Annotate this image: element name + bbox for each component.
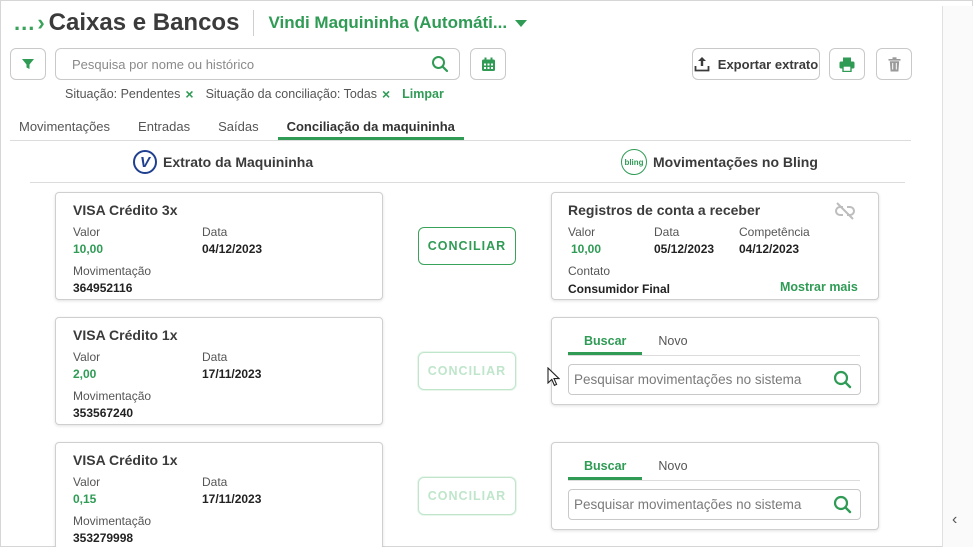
search-card-tabs: Buscar Novo <box>568 459 860 481</box>
valor-label: Valor <box>568 225 596 239</box>
matched-contact: Consumidor Final <box>568 282 670 296</box>
printer-icon <box>839 57 855 72</box>
vindi-logo-icon: V <box>133 150 157 174</box>
tab-novo[interactable]: Novo <box>642 334 703 355</box>
account-selector[interactable]: Vindi Maquininha (Automáti... <box>268 13 507 33</box>
search-icon[interactable] <box>833 495 852 514</box>
search-card-tabs: Buscar Novo <box>568 334 860 356</box>
delete-button[interactable] <box>876 48 912 80</box>
transaction-id: 353567240 <box>73 406 134 420</box>
valor-label: Valor <box>73 350 101 364</box>
page-header: ... › Caixas e Bancos Vindi Maquininha (… <box>14 6 528 40</box>
conciliar-button[interactable]: CONCILIAR <box>418 227 516 265</box>
unlink-icon[interactable] <box>834 202 856 220</box>
system-search-box <box>568 489 861 520</box>
transaction-card: VISA Crédito 1x Valor 0,15 Data 17/11/20… <box>55 442 383 547</box>
right-column-header: bling Movimentações no Bling <box>621 149 818 175</box>
transaction-card: VISA Crédito 3x Valor 10,00 Data 04/12/2… <box>55 192 383 300</box>
transaction-date: 17/11/2023 <box>202 492 262 506</box>
transaction-title: VISA Crédito 1x <box>73 327 178 343</box>
transaction-title: VISA Crédito 3x <box>73 202 178 218</box>
movimentacao-label: Movimentação <box>73 514 152 528</box>
conciliar-button[interactable]: CONCILIAR <box>418 477 516 515</box>
search-input[interactable] <box>72 56 431 72</box>
right-column-title: Movimentações no Bling <box>653 154 818 170</box>
clear-filters-link[interactable]: Limpar <box>402 87 444 101</box>
export-statement-button[interactable]: Exportar extrato <box>692 48 820 80</box>
matched-record-title: Registros de conta a receber <box>568 202 761 218</box>
data-label: Data <box>202 475 228 489</box>
movimentacao-label: Movimentação <box>73 389 152 403</box>
caret-down-icon[interactable] <box>515 19 528 27</box>
tab-buscar[interactable]: Buscar <box>568 459 643 480</box>
transaction-value: 10,00 <box>73 242 104 256</box>
filter-button[interactable] <box>10 48 46 80</box>
search-icon[interactable] <box>431 55 449 73</box>
tab-entradas[interactable]: Entradas <box>129 118 199 140</box>
tab-bar: Movimentações Entradas Saídas Conciliaçã… <box>10 118 911 141</box>
search-box <box>55 48 460 80</box>
transaction-id: 364952116 <box>73 281 133 295</box>
bling-logo-icon: bling <box>621 149 647 175</box>
active-filters: Situação: Pendentes × Situação da concil… <box>65 86 444 102</box>
movimentacao-label: Movimentação <box>73 264 152 278</box>
tab-buscar[interactable]: Buscar <box>568 334 643 355</box>
export-label: Exportar extrato <box>717 56 819 72</box>
valor-label: Valor <box>73 475 101 489</box>
left-column-title: Extrato da Maquininha <box>163 154 314 170</box>
calendar-icon <box>481 57 495 71</box>
breadcrumb-ellipsis[interactable]: ... <box>14 10 35 36</box>
show-more-link[interactable]: Mostrar mais <box>780 280 858 294</box>
transaction-value: 2,00 <box>73 367 97 381</box>
filter-icon <box>22 59 34 69</box>
tab-movimentacoes[interactable]: Movimentações <box>10 118 119 140</box>
transaction-date: 04/12/2023 <box>202 242 263 256</box>
system-search-box <box>568 364 861 395</box>
print-button[interactable] <box>829 48 865 80</box>
system-search-input[interactable] <box>574 497 833 512</box>
matched-competencia: 04/12/2023 <box>739 242 800 256</box>
tab-conciliacao-maquininha[interactable]: Conciliação da maquininha <box>277 118 464 140</box>
header-divider <box>253 10 255 36</box>
matched-value: 10,00 <box>571 242 602 256</box>
side-panel-rail <box>942 6 973 547</box>
chevron-left-icon[interactable]: ‹ <box>952 511 957 529</box>
conciliar-button[interactable]: CONCILIAR <box>418 352 516 390</box>
mouse-cursor-icon <box>547 367 560 387</box>
data-label: Data <box>654 225 680 239</box>
transaction-date: 17/11/2023 <box>202 367 262 381</box>
search-icon[interactable] <box>833 370 852 389</box>
breadcrumb-chevron-icon: › <box>37 10 45 35</box>
tab-novo[interactable]: Novo <box>642 459 703 480</box>
search-movement-card: Buscar Novo <box>551 442 879 530</box>
matched-record-card: Registros de conta a receber Valor 10,00… <box>551 192 879 300</box>
remove-filter-icon[interactable]: × <box>382 86 390 102</box>
left-column-header: V Extrato da Maquininha <box>133 149 313 175</box>
filter-chip-label: Situação: Pendentes <box>65 87 181 101</box>
competencia-label: Competência <box>739 225 810 239</box>
matched-date: 05/12/2023 <box>654 242 715 256</box>
system-search-input[interactable] <box>574 372 833 387</box>
contato-label: Contato <box>568 264 611 278</box>
filter-chip: Situação: Pendentes × <box>65 86 194 102</box>
upload-icon <box>694 57 710 72</box>
valor-label: Valor <box>73 225 101 239</box>
date-filter-button[interactable] <box>470 48 506 80</box>
transaction-title: VISA Crédito 1x <box>73 452 178 468</box>
filter-chip: Situação da conciliação: Todas × <box>206 86 391 102</box>
data-label: Data <box>202 350 228 364</box>
column-header-divider <box>30 182 905 183</box>
data-label: Data <box>202 225 228 239</box>
tab-saidas[interactable]: Saídas <box>209 118 267 140</box>
search-movement-card: Buscar Novo <box>551 317 879 405</box>
transaction-id: 353279998 <box>73 531 134 545</box>
transaction-card: VISA Crédito 1x Valor 2,00 Data 17/11/20… <box>55 317 383 425</box>
page-title: Caixas e Bancos <box>48 9 240 36</box>
transaction-value: 0,15 <box>73 492 97 506</box>
remove-filter-icon[interactable]: × <box>185 86 193 102</box>
filter-chip-label: Situação da conciliação: Todas <box>205 87 377 101</box>
trash-icon <box>888 56 900 71</box>
